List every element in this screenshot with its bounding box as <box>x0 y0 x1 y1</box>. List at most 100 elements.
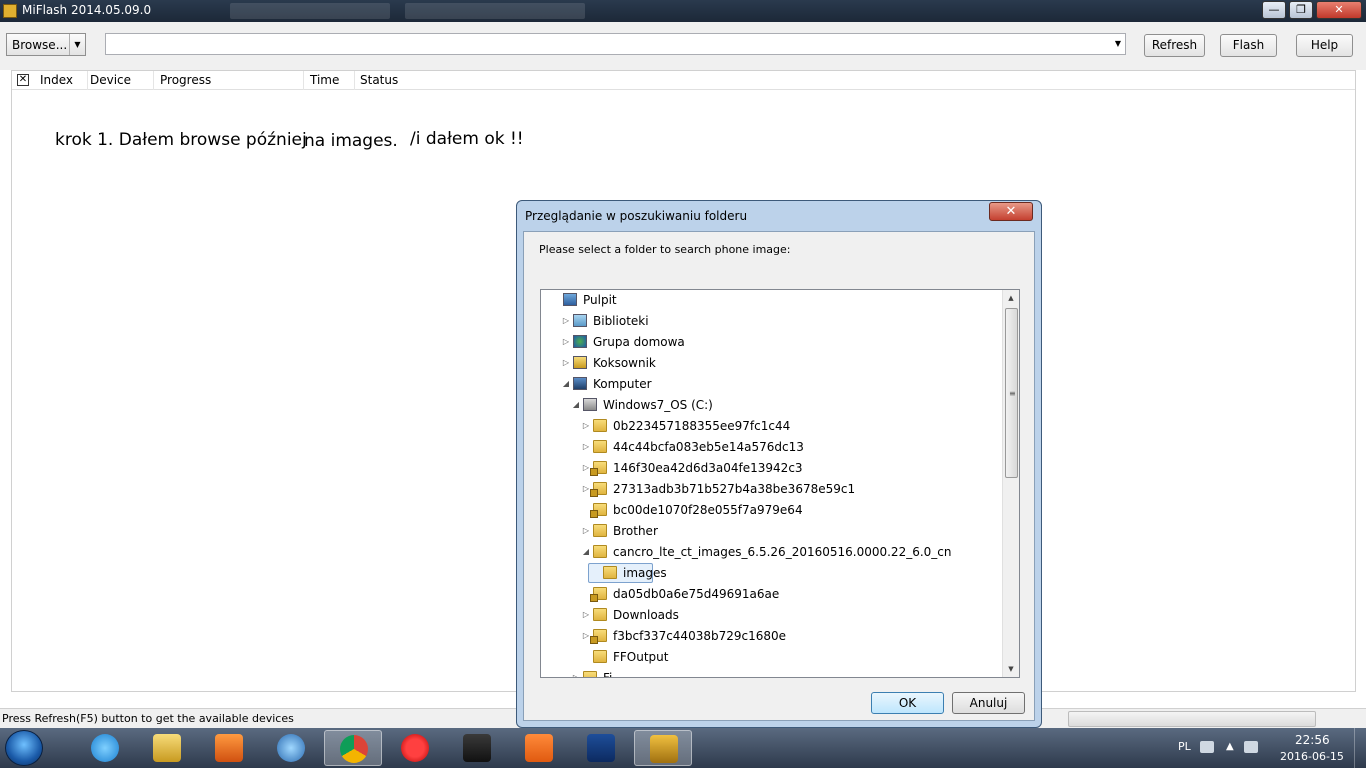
locked-folder-icon <box>590 482 607 497</box>
tree-item-label: Komputer <box>593 377 652 391</box>
browse-button-label: Browse... <box>12 38 68 52</box>
collapse-arrow-icon[interactable]: ◢ <box>581 542 591 562</box>
start-button[interactable] <box>5 730 43 766</box>
window-title: MiFlash 2014.05.09.0 <box>22 3 152 17</box>
tree-item-label: bc00de1070f28e055f7a979e64 <box>613 503 803 517</box>
show-desktop-button[interactable] <box>1354 728 1366 768</box>
tree-item-label: da05db0a6e75d49691a6ae <box>613 587 780 601</box>
tree-item-label: Pulpit <box>583 293 617 307</box>
column-header-time[interactable]: Time <box>304 71 355 90</box>
shopping-basket-icon <box>525 734 553 762</box>
taskbar-app-button[interactable] <box>448 730 506 766</box>
grip-icon: ≡ <box>1009 389 1016 398</box>
clock-date[interactable]: 2016-06-15 <box>1280 750 1344 763</box>
browse-button[interactable]: Browse... ▼ <box>6 33 86 56</box>
cancel-button[interactable]: Anuluj <box>952 692 1025 714</box>
toolbar: Browse... ▼ ▼ Refresh Flash Help <box>0 22 1366 70</box>
collapse-arrow-icon[interactable]: ◢ <box>561 374 571 394</box>
taskbar-app-button[interactable] <box>262 730 320 766</box>
chrome-icon <box>340 735 368 763</box>
taskbar-app-button[interactable] <box>634 730 692 766</box>
tree-item-label: Koksownik <box>593 356 656 370</box>
miflash-app-icon <box>3 4 17 18</box>
taskbar-app-button[interactable] <box>324 730 382 766</box>
opera-icon <box>401 734 429 762</box>
flash-button[interactable]: Flash <box>1220 34 1277 57</box>
annotation-step-text: /i dałem ok !! <box>410 129 524 149</box>
taskbar-app-button[interactable] <box>386 730 444 766</box>
internet-explorer-icon <box>91 734 119 762</box>
path-combo[interactable]: ▼ <box>105 33 1126 55</box>
tree-item-label: Biblioteki <box>593 314 649 328</box>
annotation-step-text: na images. <box>304 131 398 151</box>
locked-folder-icon <box>590 503 607 518</box>
expand-arrow-icon[interactable]: ▷ <box>561 311 571 331</box>
maximize-button[interactable]: ❐ <box>1289 1 1313 19</box>
expand-arrow-icon[interactable]: ▷ <box>561 353 571 373</box>
show-hidden-icons-icon[interactable]: ▲ <box>1226 741 1236 753</box>
taskbar-app-button[interactable] <box>76 730 134 766</box>
media-player-icon <box>215 734 243 762</box>
folder-icon <box>593 419 607 432</box>
status-progress-bar <box>1068 711 1316 727</box>
taskbar-app-button[interactable] <box>200 730 258 766</box>
expand-arrow-icon[interactable]: ▷ <box>581 521 591 541</box>
background-window-tab <box>405 3 585 19</box>
status-text: Press Refresh(F5) button to get the avai… <box>2 712 294 725</box>
dialog-body: Please select a folder to search phone i… <box>523 231 1035 721</box>
chevron-down-icon[interactable]: ▼ <box>1115 39 1121 48</box>
taskbar-app-button[interactable] <box>138 730 196 766</box>
column-header-progress[interactable]: Progress <box>154 71 304 90</box>
tree-item-label: cancro_lte_ct_images_6.5.26_20160516.000… <box>613 545 952 559</box>
folder-icon <box>593 524 607 537</box>
locked-folder-icon <box>590 461 607 476</box>
folder-tree[interactable]: Pulpit ▷ Biblioteki ▷ Grupa domowa ▷ Koksownik… <box>540 289 1020 678</box>
list-header: ✕ Index Device Progress Time Status <box>12 71 1355 90</box>
desktop-icon <box>563 293 577 306</box>
expand-arrow-icon[interactable]: ▷ <box>581 605 591 625</box>
keyboard-icon[interactable] <box>1200 741 1214 753</box>
language-indicator[interactable]: PL <box>1178 740 1191 753</box>
select-all-checkbox[interactable]: ✕ <box>17 74 29 86</box>
ok-button[interactable]: OK <box>871 692 944 714</box>
network-icon[interactable] <box>1244 741 1258 753</box>
annotation-step-text: krok 1. Dałem browse później <box>55 130 307 150</box>
column-header-device[interactable]: Device <box>84 71 154 90</box>
help-button[interactable]: Help <box>1296 34 1353 57</box>
folder-icon <box>603 566 617 579</box>
minimize-button[interactable]: — <box>1262 1 1286 19</box>
close-button[interactable]: ✕ <box>1316 1 1362 19</box>
network-globe-icon <box>277 734 305 762</box>
tree-item-label: 0b223457188355ee97fc1c44 <box>613 419 791 433</box>
clock-time[interactable]: 22:56 <box>1295 733 1330 747</box>
scroll-up-icon[interactable]: ▲ <box>1003 290 1019 306</box>
taskbar-app-button[interactable] <box>572 730 630 766</box>
dialog-close-button[interactable]: ✕ <box>989 202 1033 221</box>
scroll-thumb[interactable]: ≡ <box>1005 308 1018 478</box>
dialog-prompt: Please select a folder to search phone i… <box>539 243 791 256</box>
libraries-icon <box>573 314 587 327</box>
taskbar-app-button[interactable] <box>510 730 568 766</box>
folder-icon <box>593 545 607 558</box>
scroll-down-icon[interactable]: ▼ <box>1003 661 1019 677</box>
collapse-arrow-icon[interactable]: ◢ <box>571 395 581 415</box>
column-header-status[interactable]: Status <box>354 71 1354 90</box>
folder-icon <box>583 671 597 677</box>
column-header-index[interactable]: Index <box>34 71 88 90</box>
refresh-button[interactable]: Refresh <box>1144 34 1205 57</box>
browse-dropdown-arrow-icon[interactable]: ▼ <box>69 34 85 55</box>
tree-item-label: FFOutput <box>613 650 669 664</box>
tree-item-label: Grupa domowa <box>593 335 685 349</box>
tree-item-label: 44c44bcfa083eb5e14a576dc13 <box>613 440 804 454</box>
expand-arrow-icon[interactable]: ▷ <box>581 416 591 436</box>
background-window-tab <box>230 3 390 19</box>
user-folder-icon <box>573 356 587 369</box>
expand-arrow-icon[interactable]: ▷ <box>561 332 571 352</box>
homegroup-icon <box>573 335 587 348</box>
taskbar: PL ▲ 22:56 2016-06-15 <box>0 728 1366 768</box>
folder-icon <box>593 650 607 663</box>
tree-scrollbar[interactable]: ▲ ≡ ▼ <box>1002 290 1019 677</box>
expand-arrow-icon[interactable]: ▷ <box>581 437 591 457</box>
file-explorer-icon <box>153 734 181 762</box>
tree-item-label: f3bcf337c44038b729c1680e <box>613 629 787 643</box>
